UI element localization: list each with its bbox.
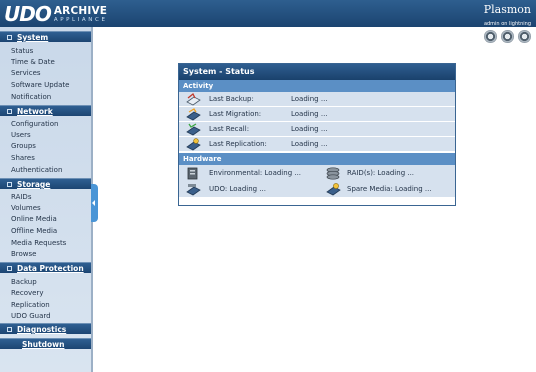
section-square-icon [7, 266, 12, 271]
activity-label: Last Backup: [209, 95, 254, 103]
sidebar-item-notification[interactable]: Notification [0, 92, 91, 102]
activity-value: Loading ... [291, 140, 328, 148]
sidebar-item-software-update[interactable]: Software Update [0, 80, 91, 90]
hardware-spare-media-label: Spare Media: Loading ... [347, 185, 432, 193]
environmental-icon [187, 167, 198, 180]
raid-icon [326, 167, 340, 180]
hardware-row-2: UDO: Loading ... Spare Media: Loading ..… [179, 181, 455, 197]
hardware-row-1: Environmental: Loading ... RAID(s): Load… [179, 165, 455, 181]
sidebar-item-groups[interactable]: Groups [0, 141, 91, 151]
sidebar-section-diagnostics[interactable]: Diagnostics [0, 323, 91, 334]
login-status: admin on lightning [483, 21, 531, 27]
sidebar-item-users[interactable]: Users [0, 130, 91, 140]
sidebar-item-authentication[interactable]: Authentication [0, 165, 91, 175]
activity-header: Activity [179, 80, 455, 92]
sidebar-item-offline-media[interactable]: Offline Media [0, 226, 91, 236]
section-square-icon [7, 327, 12, 332]
section-square-icon [7, 35, 12, 40]
round-button-1[interactable] [484, 30, 497, 43]
round-button-3[interactable] [518, 30, 531, 43]
system-status-panel: System - Status Activity Last Backup: Lo… [178, 63, 456, 206]
sidebar-section-data-protection[interactable]: Data Protection [0, 262, 91, 273]
sidebar-item-browse[interactable]: Browse [0, 249, 91, 259]
round-button-2[interactable] [501, 30, 514, 43]
activity-value: Loading ... [291, 95, 328, 103]
activity-value: Loading ... [291, 125, 328, 133]
recall-icon [186, 123, 201, 136]
sidebar-item-volumes[interactable]: Volumes [0, 203, 91, 213]
sidebar-section-network[interactable]: Network [0, 105, 91, 116]
top-banner: UDO ARCHIVE APPLIANCE Plasmon admin on l… [0, 0, 536, 27]
sidebar-item-raids[interactable]: RAIDs [0, 192, 91, 202]
sidebar-item-status[interactable]: Status [0, 46, 91, 56]
sidebar-item-udo-guard[interactable]: UDO Guard [0, 311, 91, 321]
section-square-icon [7, 182, 12, 187]
sidebar-section-system[interactable]: System [0, 31, 91, 42]
section-square-icon [7, 109, 12, 114]
activity-row-migration: Last Migration: Loading ... [179, 107, 455, 122]
logo-udo-text: UDO [4, 2, 52, 26]
sidebar-item-media-requests[interactable]: Media Requests [0, 238, 91, 248]
activity-label: Last Recall: [209, 125, 250, 133]
sidebar-item-recovery[interactable]: Recovery [0, 288, 91, 298]
sidebar-item-backup[interactable]: Backup [0, 277, 91, 287]
hardware-raid-label: RAID(s): Loading ... [347, 169, 415, 177]
sidebar-item-replication[interactable]: Replication [0, 300, 91, 310]
panel-title: System - Status [179, 64, 455, 80]
sidebar-item-time-date[interactable]: Time & Date [0, 57, 91, 67]
activity-value: Loading ... [291, 110, 328, 118]
sidebar-item-online-media[interactable]: Online Media [0, 214, 91, 224]
backup-icon [186, 93, 201, 106]
hardware-udo-label: UDO: Loading ... [209, 185, 267, 193]
activity-label: Last Replication: [209, 140, 267, 148]
udo-drive-icon [186, 184, 201, 196]
sidebar-item-services[interactable]: Services [0, 68, 91, 78]
hardware-environmental-label: Environmental: Loading ... [209, 169, 302, 177]
logo-archive-text: ARCHIVE [53, 5, 108, 17]
collapse-arrow-icon [92, 200, 95, 206]
hardware-header: Hardware [179, 153, 455, 165]
activity-row-replication: Last Replication: Loading ... [179, 137, 455, 152]
sidebar-section-shutdown[interactable]: Shutdown [0, 338, 91, 349]
sidebar-item-shares[interactable]: Shares [0, 153, 91, 163]
sidebar-item-configuration[interactable]: Configuration [0, 119, 91, 129]
migration-icon [186, 108, 201, 121]
logo-appliance-text: APPLIANCE [53, 16, 108, 23]
spare-media-icon [326, 183, 341, 196]
activity-row-backup: Last Backup: Loading ... [179, 92, 455, 107]
udo-archive-logo: UDO ARCHIVE APPLIANCE [4, 3, 108, 25]
activity-label: Last Migration: [209, 110, 262, 118]
replication-icon [186, 138, 201, 151]
sidebar-section-storage[interactable]: Storage [0, 178, 91, 189]
plasmon-brand: Plasmon [483, 3, 531, 16]
activity-row-recall: Last Recall: Loading ... [179, 122, 455, 137]
